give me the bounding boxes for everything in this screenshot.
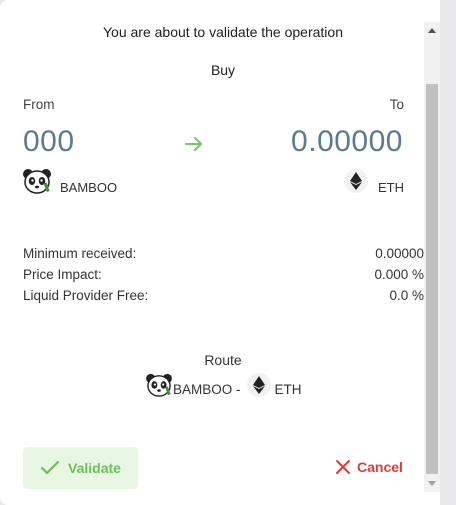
from-amount: 000	[23, 125, 75, 158]
minimum-received-label: Minimum received:	[23, 246, 137, 261]
from-token: BAMBOO	[22, 166, 117, 196]
scroll-up-arrow-icon[interactable]	[428, 28, 436, 33]
close-icon	[336, 460, 350, 474]
route-to-token: ETH	[274, 382, 302, 397]
price-impact-value: 0.000 %	[374, 267, 424, 282]
validate-button[interactable]: Validate	[23, 447, 138, 489]
ethereum-icon	[246, 372, 271, 397]
dialog-title: You are about to validate the operation	[102, 24, 343, 40]
liquidity-provider-fee-row: Liquid Provider Free: 0.0 %	[23, 285, 424, 306]
to-amount: 0.00000	[291, 125, 403, 158]
panda-icon	[146, 373, 172, 397]
to-token-name: ETH	[378, 179, 404, 195]
scroll-down-arrow-icon[interactable]	[428, 481, 436, 486]
operation-details: Minimum received: 0.00000 Price Impact: …	[23, 243, 424, 306]
liquidity-provider-fee-value: 0.0 %	[389, 288, 424, 303]
route-title: Route	[204, 352, 242, 368]
price-impact-row: Price Impact: 0.000 %	[23, 264, 424, 285]
cancel-button[interactable]: Cancel	[335, 452, 403, 482]
to-label: To	[389, 97, 404, 112]
minimum-received-row: Minimum received: 0.00000	[23, 243, 424, 264]
operation-type: Buy	[210, 62, 236, 78]
to-token: ETH	[344, 166, 404, 196]
route-from-token: BAMBOO -	[173, 382, 241, 397]
from-label: From	[23, 97, 55, 112]
cancel-label: Cancel	[357, 459, 403, 475]
vertical-scrollbar[interactable]	[424, 22, 440, 492]
validate-operation-dialog: You are about to validate the operation …	[0, 0, 440, 505]
arrow-right-icon	[185, 137, 202, 151]
route-path: BAMBOO - ETH	[145, 372, 302, 397]
scroll-thumb[interactable]	[426, 84, 438, 474]
check-icon	[40, 460, 60, 475]
liquidity-provider-fee-label: Liquid Provider Free:	[23, 288, 149, 303]
ethereum-icon	[344, 169, 368, 193]
minimum-received-value: 0.00000	[375, 246, 424, 261]
validate-label: Validate	[68, 460, 121, 476]
from-token-name: BAMBOO	[60, 179, 118, 195]
panda-icon	[23, 169, 51, 194]
price-impact-label: Price Impact:	[23, 267, 102, 282]
